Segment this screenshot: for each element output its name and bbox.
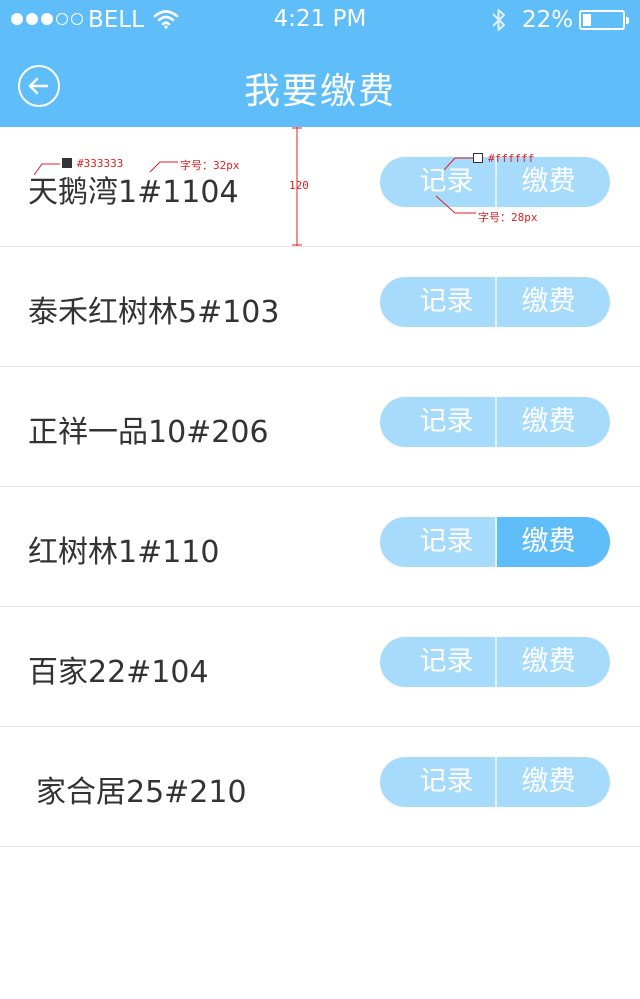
button-divider xyxy=(495,277,497,327)
property-name: 红树林1#110 xyxy=(28,535,220,570)
record-button[interactable]: 记录 xyxy=(380,757,495,807)
action-button-group: 记录 缴费 xyxy=(380,517,610,567)
property-name: 家合居25#210 xyxy=(36,775,247,810)
property-name: 百家22#104 xyxy=(28,655,209,690)
button-divider xyxy=(495,757,497,807)
list-item: 红树林1#110 记录 缴费 xyxy=(0,487,640,607)
action-button-group: 记录 缴费 xyxy=(380,277,610,327)
property-name: 正祥一品10#206 xyxy=(28,415,269,450)
property-name: 泰禾红树林5#103 xyxy=(28,295,280,330)
list-item: 泰禾红树林5#103 记录 缴费 xyxy=(0,247,640,367)
record-button[interactable]: 记录 xyxy=(380,637,495,687)
pay-button[interactable]: 缴费 xyxy=(497,757,610,807)
pay-button[interactable]: 缴费 xyxy=(497,397,610,447)
record-button[interactable]: 记录 xyxy=(380,277,495,327)
annotation-lines xyxy=(33,127,476,246)
button-divider xyxy=(495,637,497,687)
list-item: 正祥一品10#206 记录 缴费 xyxy=(0,367,640,487)
action-button-group: 记录 缴费 xyxy=(380,757,610,807)
record-button[interactable]: 记录 xyxy=(380,397,495,447)
action-button-group: 记录 缴费 xyxy=(380,397,610,447)
button-divider xyxy=(495,397,497,447)
record-button[interactable]: 记录 xyxy=(380,517,495,567)
action-button-group: 记录 缴费 xyxy=(380,637,610,687)
pay-button[interactable]: 缴费 xyxy=(497,517,610,567)
pay-button[interactable]: 缴费 xyxy=(497,277,610,327)
pay-button[interactable]: 缴费 xyxy=(497,637,610,687)
list-item: 百家22#104 记录 缴费 xyxy=(0,607,640,727)
button-divider xyxy=(495,517,497,567)
list-item: 家合居25#210 记录 缴费 xyxy=(0,727,640,847)
